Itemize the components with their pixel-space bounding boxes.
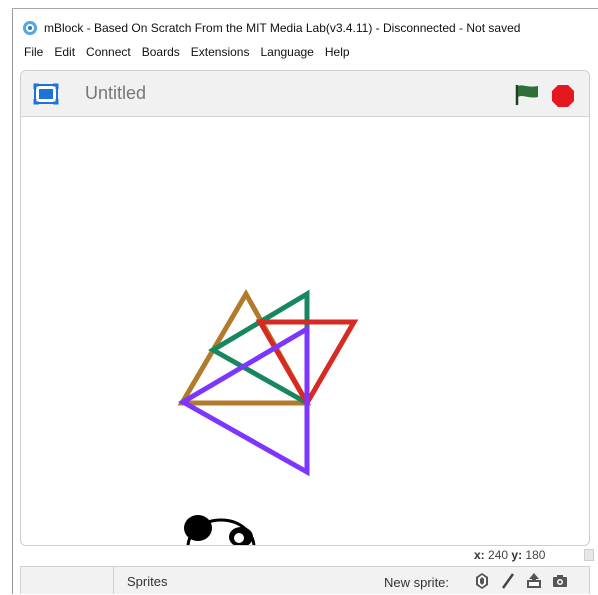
menu-connect[interactable]: Connect [86,45,131,59]
menu-file[interactable]: File [24,45,43,59]
x-coordinate-label: x: [474,548,485,562]
stage-frame: Untitled [20,70,590,546]
new-sprite-label: New sprite: [384,575,450,590]
menu-language[interactable]: Language [260,45,313,59]
scroll-arrow-left[interactable] [584,549,594,561]
upload-sprite-icon[interactable] [525,572,543,590]
panda-sprite[interactable] [184,515,256,546]
sprites-panel: Sprites New sprite: [20,566,590,594]
camera-sprite-icon[interactable] [551,572,569,590]
menu-extensions[interactable]: Extensions [191,45,250,59]
stop-icon[interactable] [551,84,575,108]
green-triangle [208,289,310,408]
sprites-panel-divider [113,567,114,594]
paint-new-sprite-icon[interactable] [499,572,517,590]
stage-drawing [177,288,359,546]
title-bar: mBlock - Based On Scratch From the MIT M… [14,16,598,40]
stage-canvas[interactable] [21,117,589,546]
window-left-border [12,8,13,594]
y-coordinate-value: 180 [525,548,546,562]
choose-sprite-from-library-icon[interactable] [473,572,491,590]
y-coordinate-label: y: [511,548,523,562]
project-title[interactable]: Untitled [85,83,146,104]
menu-help[interactable]: Help [325,45,350,59]
green-flag-icon[interactable] [513,83,541,107]
menu-edit[interactable]: Edit [54,45,75,59]
menu-boards[interactable]: Boards [142,45,180,59]
presentation-mode-icon[interactable] [33,83,59,105]
window-title: mBlock - Based On Scratch From the MIT M… [44,21,521,35]
stage-toolbar: Untitled [21,71,589,117]
menu-bar: File Edit Connect Boards Extensions Lang… [14,42,598,62]
brown-triangle [177,288,312,406]
mblock-icon [22,20,38,36]
sprites-label: Sprites [127,574,168,589]
coordinate-readout: x: 240 y: 180 [474,548,545,562]
window-top-border [12,8,598,9]
x-coordinate-value: 240 [488,548,509,562]
